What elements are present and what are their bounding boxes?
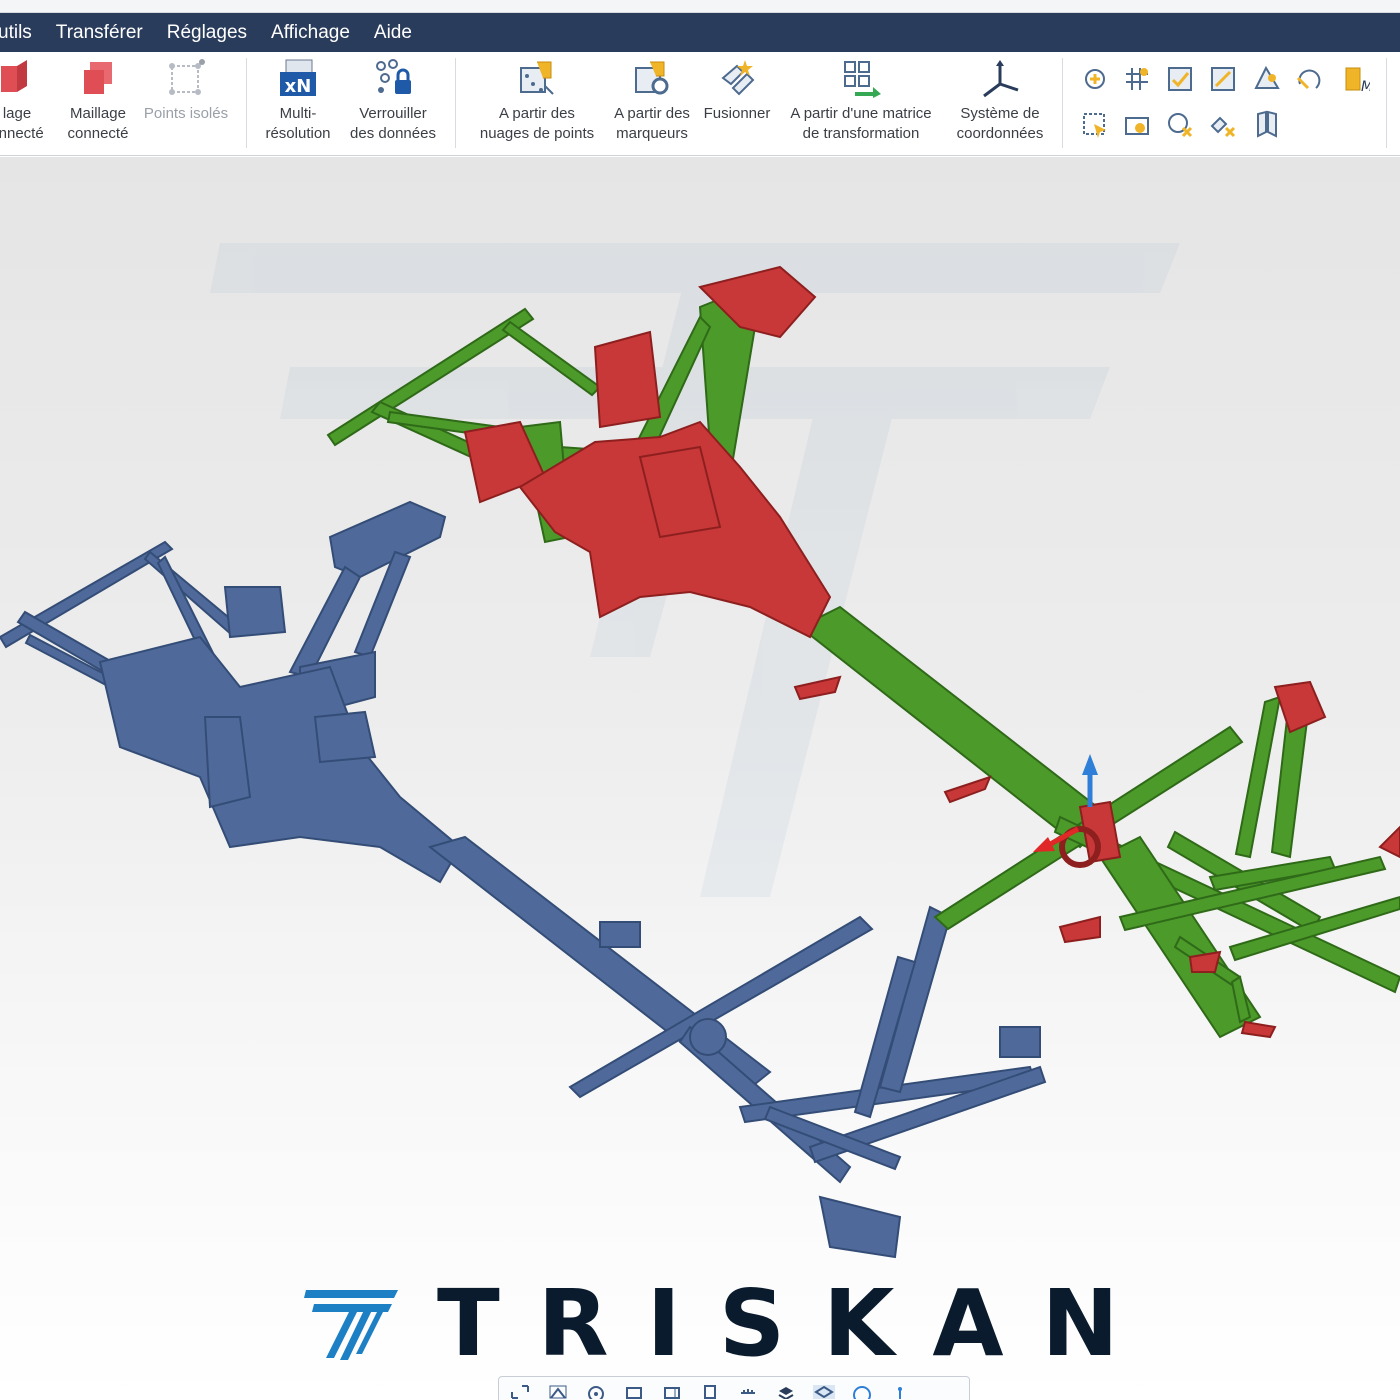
connected-mesh-partial-button[interactable]: lage onnecté [0, 58, 52, 144]
connected-mesh-partial-label: lage onnecté [0, 105, 44, 142]
ribbon-separator [455, 58, 456, 148]
3d-viewport[interactable] [0, 157, 1400, 1400]
viewport-canvas [0, 243, 1400, 1259]
gizmo-z-arrow[interactable] [1082, 754, 1098, 775]
plane-icon[interactable] [1250, 62, 1284, 96]
svg-text:M: M [1361, 79, 1370, 94]
multi-resolution-icon: xN [278, 58, 318, 98]
from-point-clouds-button[interactable]: A partir des nuages de points [472, 58, 602, 144]
select-icon[interactable] [1078, 108, 1112, 142]
transform-icon[interactable] [1206, 62, 1240, 96]
coordinate-system-button[interactable]: Système de coordonnées [948, 58, 1052, 144]
sphere-icon[interactable] [851, 1385, 873, 1400]
point-cloud-align-icon [517, 58, 557, 98]
lock-data-icon [373, 58, 413, 98]
view-back-icon[interactable] [699, 1385, 721, 1400]
menu-aide[interactable]: Aide [362, 13, 424, 52]
window-title-strip [0, 0, 1400, 13]
fit-view-icon[interactable] [509, 1385, 531, 1400]
fusionner-label: Fusionner [703, 105, 771, 122]
from-markers-label: A partir des marqueurs [614, 105, 690, 142]
multi-resolution-button[interactable]: xN Multi- résolution [258, 58, 338, 144]
circle-delete-icon[interactable] [1163, 108, 1197, 142]
ribbon-separator [1386, 58, 1387, 148]
split-icon[interactable] [1250, 108, 1284, 142]
target-icon[interactable] [585, 1385, 607, 1400]
maillage-connecte-label: Maillage connecté [67, 105, 129, 142]
menu-outils[interactable]: utils [0, 13, 44, 52]
select-box-icon[interactable] [813, 1385, 835, 1400]
svg-text:xN: xN [285, 76, 312, 97]
from-matrix-button[interactable]: A partir d'une matrice de transformation [778, 58, 944, 144]
ribbon-separator [1062, 58, 1063, 148]
maillage-connecte-button[interactable]: Maillage connecté [62, 58, 134, 144]
isolated-points-icon [166, 58, 206, 98]
ribbon-separator [246, 58, 247, 148]
verrouiller-donnees-button[interactable]: Verrouiller des données [345, 58, 441, 144]
menu-transferer[interactable]: Transférer [44, 13, 155, 52]
gizmo-x-arrow[interactable] [1033, 837, 1055, 852]
multi-resolution-label: Multi- résolution [265, 105, 331, 142]
menu-affichage[interactable]: Affichage [259, 13, 362, 52]
fusionner-button[interactable]: Fusionner [700, 58, 774, 124]
coordinate-system-icon [980, 58, 1020, 98]
maillage-connecte-icon [78, 58, 118, 98]
check-align-icon[interactable] [1163, 62, 1197, 96]
from-markers-button[interactable]: A partir des marqueurs [606, 58, 698, 144]
brand-name: TRISKAN [437, 1270, 1157, 1377]
scanned-frame-mesh[interactable] [0, 500, 1047, 1259]
view-side-icon[interactable] [661, 1385, 683, 1400]
menu-reglages[interactable]: Réglages [155, 13, 259, 52]
view-front-icon[interactable] [623, 1385, 645, 1400]
transformation-matrix-icon [841, 58, 881, 98]
home-view-icon[interactable] [547, 1385, 569, 1400]
rotate-icon[interactable] [1292, 62, 1326, 96]
ruler-icon[interactable] [737, 1385, 759, 1400]
view-toolbar [498, 1376, 970, 1400]
menu-bar: utils Transférer Réglages Affichage Aide [0, 13, 1400, 52]
verrouiller-donnees-label: Verrouiller des données [350, 105, 436, 142]
add-feature-icon[interactable] [1078, 62, 1112, 96]
rectangle-icon[interactable] [1120, 108, 1154, 142]
markers-align-icon [632, 58, 672, 98]
layers-icon[interactable] [775, 1385, 797, 1400]
points-isoles-label: Points isolés [143, 105, 229, 122]
point-delete-icon[interactable] [1206, 108, 1240, 142]
points-isoles-button[interactable]: Points isolés [140, 58, 232, 124]
ribbon-toolbar: lage onnecté Maillage connecté Points is… [0, 52, 1400, 156]
axis-icon[interactable] [889, 1385, 911, 1400]
connected-mesh-icon [0, 58, 37, 98]
from-point-clouds-label: A partir des nuages de points [479, 105, 595, 142]
manual-icon[interactable]: M [1338, 62, 1372, 96]
coordinate-system-label: Système de coordonnées [956, 105, 1044, 142]
from-matrix-label: A partir d'une matrice de transformation [790, 105, 932, 142]
grid-icon[interactable] [1120, 62, 1154, 96]
merge-icon [717, 58, 757, 98]
